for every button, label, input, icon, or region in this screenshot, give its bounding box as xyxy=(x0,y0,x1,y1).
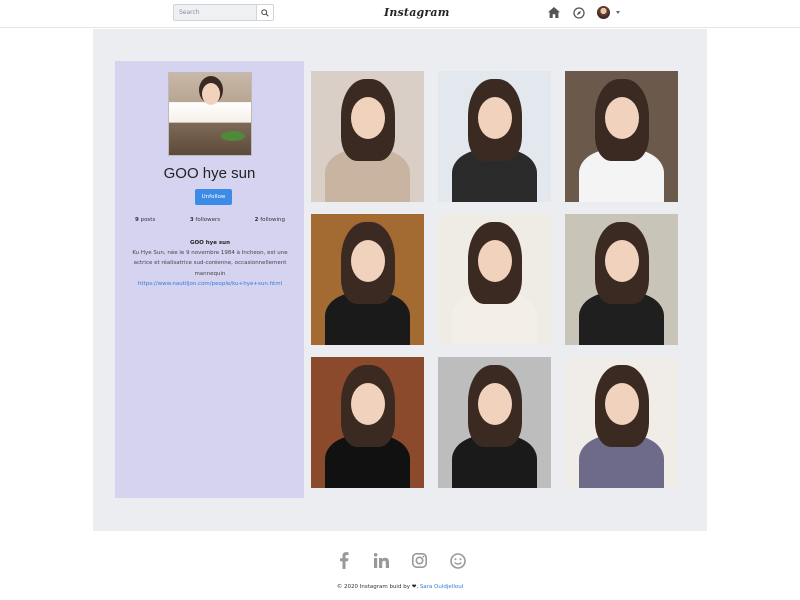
grid-photo[interactable] xyxy=(311,71,424,202)
profile-stats: 9 posts 3 followers 2 following xyxy=(135,217,285,223)
search-icon xyxy=(261,8,269,17)
posts-label: posts xyxy=(140,217,156,223)
bio-text: Ku Hye Sun, née le 9 novembre 1984 à Inc… xyxy=(132,250,288,277)
footer-social-icons xyxy=(335,552,487,569)
instagram-icon[interactable] xyxy=(411,552,428,569)
photo-grid xyxy=(311,71,679,488)
copyright-text: © 2020 Instagram buid by xyxy=(336,584,410,590)
grid-photo[interactable] xyxy=(438,71,551,202)
following-count: 2 xyxy=(254,217,259,223)
followers-stat[interactable]: 3 followers xyxy=(190,217,220,223)
grid-photo[interactable] xyxy=(311,357,424,488)
grid-photo[interactable] xyxy=(565,357,678,488)
caret-down-icon[interactable] xyxy=(616,11,620,14)
followers-label: followers xyxy=(195,217,221,223)
nav-icons xyxy=(547,6,620,19)
main-container: GOO hye sun Unfollow 9 posts 3 followers… xyxy=(93,29,707,531)
following-label: following xyxy=(260,217,285,223)
copyright: © 2020 Instagram buid by ❤, Sara Ouldjel… xyxy=(0,584,800,590)
facebook-icon[interactable] xyxy=(335,552,352,569)
grid-photo[interactable] xyxy=(565,71,678,202)
copyright-separator: , xyxy=(416,584,419,590)
profile-name: GOO hye sun xyxy=(163,165,256,182)
instagram-logo[interactable]: Instagram xyxy=(384,6,450,19)
grid-photo[interactable] xyxy=(438,357,551,488)
search-input[interactable] xyxy=(173,4,256,21)
grid-photo[interactable] xyxy=(311,214,424,345)
following-stat[interactable]: 2 following xyxy=(255,217,285,223)
home-icon[interactable] xyxy=(547,6,560,19)
posts-stat: 9 posts xyxy=(135,217,155,223)
explore-icon[interactable] xyxy=(572,6,585,19)
search-button[interactable] xyxy=(256,4,274,21)
linkedin-icon[interactable] xyxy=(373,552,390,569)
search-bar xyxy=(173,4,274,21)
grid-photo[interactable] xyxy=(565,214,678,345)
grid-photo[interactable] xyxy=(438,214,551,345)
profile-bio: GOO hye sun Ku Hye Sun, née le 9 novembr… xyxy=(129,238,291,289)
bio-link[interactable]: https://www.nautiljon.com/people/ku+hye+… xyxy=(129,279,291,289)
profile-photo xyxy=(168,72,252,156)
followers-count: 3 xyxy=(189,217,194,223)
author-link[interactable]: Sara Ouldjelloul xyxy=(420,584,463,590)
smile-icon[interactable] xyxy=(449,552,466,569)
profile-card: GOO hye sun Unfollow 9 posts 3 followers… xyxy=(115,61,304,498)
avatar[interactable] xyxy=(597,6,610,19)
unfollow-button[interactable]: Unfollow xyxy=(195,189,232,205)
bio-title: GOO hye sun xyxy=(189,240,231,246)
top-navbar: Instagram xyxy=(0,0,800,28)
posts-count: 9 xyxy=(135,217,139,223)
